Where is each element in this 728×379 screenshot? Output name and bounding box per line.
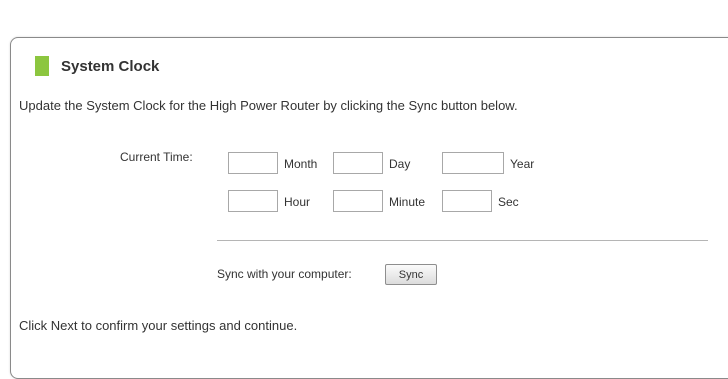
day-label: Day <box>389 157 411 171</box>
sync-button[interactable]: Sync <box>385 264 437 285</box>
minute-input[interactable] <box>333 190 383 212</box>
hour-label: Hour <box>284 195 311 209</box>
minute-label: Minute <box>389 195 426 209</box>
section-marker <box>35 56 49 76</box>
section-title: System Clock <box>61 58 160 75</box>
year-input[interactable] <box>442 152 504 174</box>
current-time-label: Current Time: <box>120 150 193 164</box>
hour-input[interactable] <box>228 190 278 212</box>
month-label: Month <box>284 157 318 171</box>
sync-label: Sync with your computer: <box>217 267 352 281</box>
year-label: Year <box>510 157 535 171</box>
description-text: Update the System Clock for the High Pow… <box>19 98 518 113</box>
divider <box>217 240 708 241</box>
month-input[interactable] <box>228 152 278 174</box>
day-input[interactable] <box>333 152 383 174</box>
footer-text: Click Next to confirm your settings and … <box>19 318 298 333</box>
sec-label: Sec <box>498 195 519 209</box>
sec-input[interactable] <box>442 190 492 212</box>
